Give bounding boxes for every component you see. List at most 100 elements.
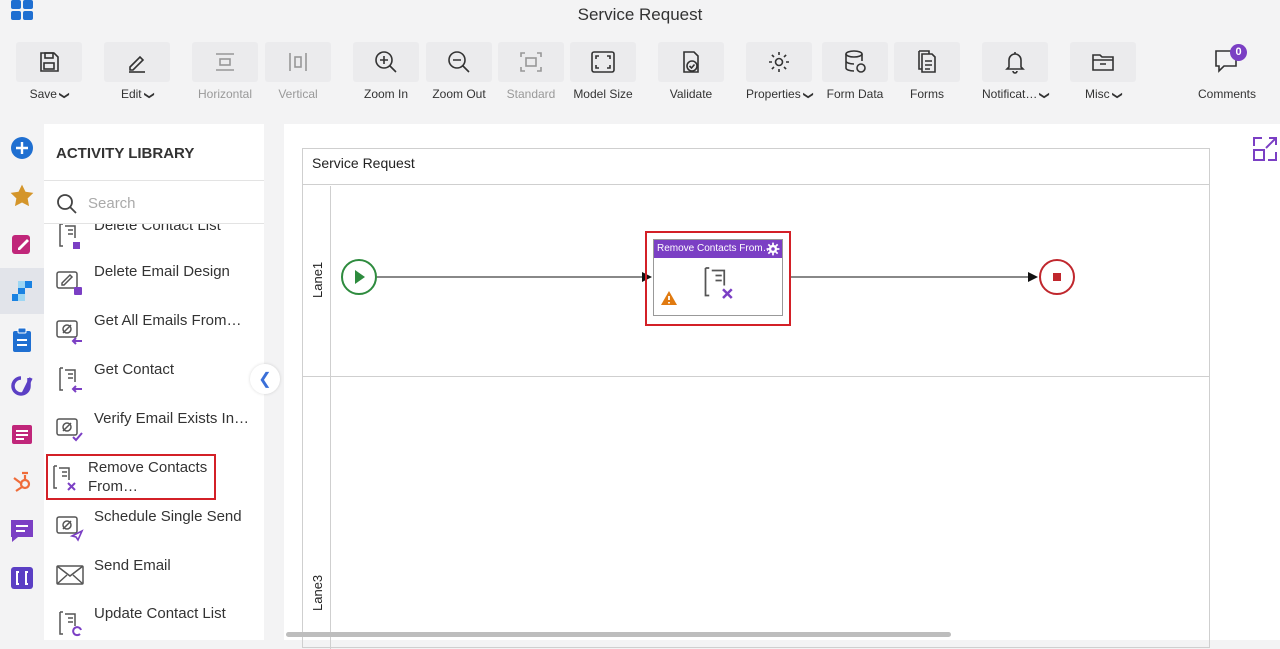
panel-title: ACTIVITY LIBRARY [56,145,195,162]
validate-label: Validate [669,87,713,101]
list-item-get-all-emails[interactable]: Get All Emails From… [54,309,254,355]
search-box[interactable]: Search [44,180,264,224]
list-item-schedule-send[interactable]: Schedule Single Send [54,505,254,551]
nav-apps[interactable] [6,562,38,594]
hubspot-icon [13,471,31,492]
get-contact-icon [59,367,82,393]
misc-button[interactable]: Misc ❯ [1070,42,1136,108]
comments-count-badge: 0 [1230,44,1247,61]
nav-messages[interactable] [6,514,38,546]
pool: Service Request Lane1 Lane3 Remove Conta… [302,148,1210,649]
start-event[interactable] [341,259,377,295]
standard-size-icon [520,52,542,72]
document-icon [12,425,32,444]
list-item-update-contact-list[interactable]: Update Contact List [54,602,254,640]
nav-ai[interactable] [6,370,38,402]
update-contact-list-icon [59,611,82,637]
horizontal-layout-icon [216,53,234,71]
form-data-button[interactable]: Form Data [822,42,888,108]
model-size-icon [591,51,615,73]
nav-hubspot[interactable] [6,466,38,498]
pencil-icon [129,55,145,73]
validate-icon [683,51,699,73]
nav-favorites[interactable] [6,180,38,212]
ai-logo-icon [11,376,33,396]
validate-button[interactable]: Validate [658,42,724,108]
search-icon [57,194,77,214]
chevron-down-icon: ❯ [1039,91,1051,100]
folder-icon [1092,54,1114,71]
vertical-layout-icon [289,53,307,71]
gear-icon [769,52,789,72]
activity-library-panel: ACTIVITY LIBRARY Search Delete Contact L… [44,124,264,640]
sendgrid-icon [12,281,32,301]
list-item-label: Schedule Single Send [94,508,242,525]
nav-documents[interactable] [6,418,38,450]
zoom-out-button[interactable]: Zoom Out [426,42,492,108]
chat-icon [11,520,33,542]
edit-form-icon [12,235,30,254]
search-input[interactable]: Search [88,195,136,212]
task-title-bar: Remove Contacts From… [654,240,782,258]
notifications-button[interactable]: Notificat… ❯ [982,42,1051,108]
vertical-label: Vertical [278,87,318,101]
clipboard-icon [13,327,31,352]
task-node[interactable]: Remove Contacts From… [653,239,783,316]
delete-contact-list-icon [59,224,80,249]
model-size-label: Model Size [573,87,633,101]
list-item-delete-email-design[interactable]: Delete Email Design [54,260,254,306]
list-item-delete-contact-list[interactable]: Delete Contact List [54,224,254,260]
zoom-out-label: Zoom Out [432,87,486,101]
list-item-label: Get All Emails From… [94,312,242,329]
end-event[interactable] [1039,259,1075,295]
list-item-label: Get Contact [94,361,175,378]
chevron-left-icon: ❮ [258,371,272,388]
horizontal-button[interactable]: Horizontal [192,42,258,108]
notifications-label: Notificat… [982,87,1038,101]
nav-integrations[interactable] [0,268,44,314]
list-item-label: Update Contact List [94,605,226,622]
send-email-icon [56,565,84,585]
vertical-button[interactable]: Vertical [265,42,331,108]
save-button[interactable]: Save ❯ [16,42,82,108]
zoom-in-icon [375,51,397,73]
properties-label: Properties [746,87,801,101]
save-label: Save [29,87,57,101]
horizontal-label: Horizontal [197,87,253,101]
nav-tasks[interactable] [6,324,38,356]
edit-label: Edit [120,87,142,101]
flow-diagram [341,259,1075,295]
list-item-label: Delete Email Design [94,263,230,280]
gear-icon[interactable] [766,242,780,256]
get-all-emails-icon [56,320,82,345]
expand-icon[interactable] [1252,136,1278,162]
chevron-down-icon: ❯ [802,91,814,100]
chevron-down-icon: ❯ [1111,91,1123,100]
list-item-label: Send Email [94,557,171,574]
plus-circle-icon [11,137,33,159]
list-item-send-email[interactable]: Send Email [54,554,254,600]
comments-button[interactable]: 0 Comments [1196,40,1258,101]
forms-button[interactable]: Forms [894,42,960,108]
nav-forms[interactable] [6,228,38,260]
properties-button[interactable]: Properties ❯ [746,42,814,108]
list-item-remove-contacts[interactable]: Remove Contacts From… [46,454,216,500]
delete-email-design-icon [56,271,82,295]
list-item-get-contact[interactable]: Get Contact [54,358,254,404]
horizontal-scrollbar[interactable] [286,632,951,637]
standard-button[interactable]: Standard [498,42,564,108]
list-item-label: Delete Contact List [94,224,221,234]
list-item-verify-email[interactable]: Verify Email Exists In… [54,407,254,453]
list-item-label: Remove Contacts From… [88,459,208,495]
zoom-in-button[interactable]: Zoom In [353,42,419,108]
collapse-panel-button[interactable]: ❮ [250,364,280,394]
model-size-button[interactable]: Model Size [570,42,636,108]
nav-add[interactable] [6,132,38,164]
chevron-down-icon: ❯ [143,91,155,100]
verify-email-icon [56,418,83,442]
standard-label: Standard [506,87,556,101]
forms-label: Forms [910,87,944,101]
misc-label: Misc [1084,87,1110,101]
edit-button[interactable]: Edit ❯ [104,42,170,108]
form-data-label: Form Data [826,87,884,101]
